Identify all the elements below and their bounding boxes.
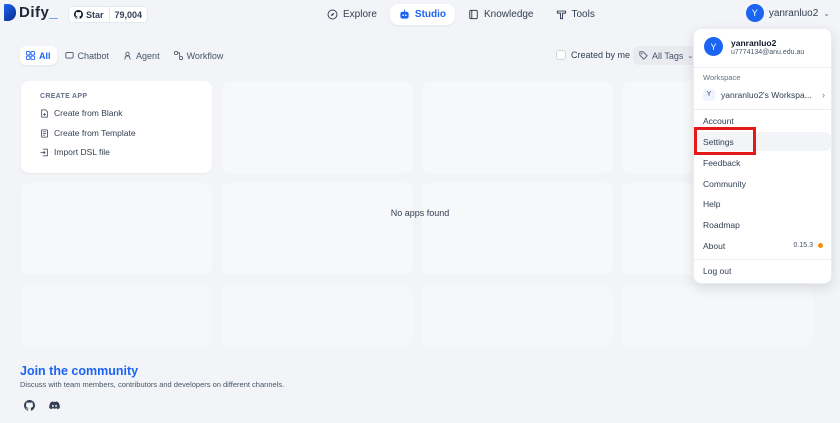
nav-knowledge[interactable]: Knowledge [459,4,542,25]
book-icon [469,9,478,20]
app-card-placeholder [422,81,613,173]
menu-item-account[interactable]: Account [695,111,831,130]
workspace-name: yanranluo2's Workspa... [721,89,812,100]
menu-item-help[interactable]: Help [695,194,831,213]
tags-filter[interactable]: All Tags ⌄ [633,46,700,65]
star-count: 79,004 [108,7,148,22]
tab-chatbot[interactable]: Chatbot [59,46,116,65]
star-label: Star [86,9,104,20]
community-description: Discuss with team members, contributors … [20,380,285,389]
divider [694,259,831,260]
logo-mark-icon [4,4,16,21]
menu-item-logout[interactable]: Log out [695,261,831,280]
workspace-badge: Y [703,88,715,101]
community-links [24,400,60,411]
menu-user-email: u7774134@anu.edu.au [731,48,805,56]
github-icon[interactable] [24,400,35,411]
app-card-placeholder [222,183,413,275]
nav-explore[interactable]: Explore [318,4,386,25]
tag-icon [639,51,648,60]
app-card-placeholder [422,183,613,275]
community-title: Join the community [20,364,139,378]
tab-agent[interactable]: Agent [117,46,166,65]
create-from-template[interactable]: Create from Template [40,128,136,138]
avatar: Y [745,4,764,22]
app-card-placeholder [222,81,413,173]
menu-item-community[interactable]: Community [695,174,831,193]
discord-icon[interactable] [49,400,60,411]
divider [694,109,831,110]
chat-icon [64,51,74,59]
menu-profile: Y yanranluo2 u7774134@anu.edu.au [704,37,804,56]
menu-item-settings[interactable]: Settings [695,132,831,151]
update-dot [818,243,823,248]
app-card-placeholder [422,285,613,347]
created-by-me-toggle[interactable]: Created by me [556,50,630,60]
robot-icon [400,9,409,19]
workspace-switcher[interactable]: Y yanranluo2's Workspa... › [703,87,825,102]
template-icon [41,128,48,138]
account-dropdown-menu: Y yanranluo2 u7774134@anu.edu.au Workspa… [693,28,832,284]
main-nav: Explore Studio Knowledge Tools [318,4,604,25]
github-icon [74,10,83,19]
grid-icon [26,51,35,60]
nav-tools[interactable]: Tools [547,4,604,25]
chevron-right-icon: › [822,89,825,100]
app-card-placeholder [21,285,212,347]
create-app-card: CREATE APP Create from Blank Create from… [21,81,212,173]
menu-item-feedback[interactable]: Feedback [695,153,831,172]
tool-icon [556,10,566,20]
tab-all[interactable]: All [20,46,57,65]
import-dsl-file[interactable]: Import DSL file [40,147,110,157]
menu-user-name: yanranluo2 [731,37,777,48]
file-plus-icon [41,108,48,118]
dify-logo[interactable]: Dify_ [4,4,58,21]
create-app-title: CREATE APP [40,93,88,100]
nav-studio[interactable]: Studio [389,4,456,25]
created-by-me-checkbox[interactable] [556,50,566,60]
compass-icon [327,9,338,20]
app-card-placeholder [21,183,212,275]
avatar: Y [704,37,723,56]
app-card-placeholder [222,285,413,347]
github-star-button[interactable]: Star 79,004 [68,6,149,23]
import-icon [40,148,48,156]
version-number: 0.15.3 [793,242,813,249]
chevron-down-icon: ⌄ [823,8,830,18]
workspace-label: Workspace [703,73,741,82]
workflow-icon [173,51,183,60]
divider [694,67,831,68]
menu-item-about[interactable]: About 0.15.3 [695,236,831,255]
tab-workflow[interactable]: Workflow [168,46,230,65]
user-menu-trigger[interactable]: Y yanranluo2 ⌄ [745,4,830,22]
app-card-placeholder [622,285,813,347]
menu-item-roadmap[interactable]: Roadmap [695,215,831,234]
top-header: Dify_ Star 79,004 Explore Studio Knowled… [0,0,840,29]
app-type-tabs: All Chatbot Agent Workflow [20,46,229,65]
user-name: yanranluo2 [768,7,819,19]
create-from-blank[interactable]: Create from Blank [40,108,123,118]
agent-icon [124,51,131,60]
